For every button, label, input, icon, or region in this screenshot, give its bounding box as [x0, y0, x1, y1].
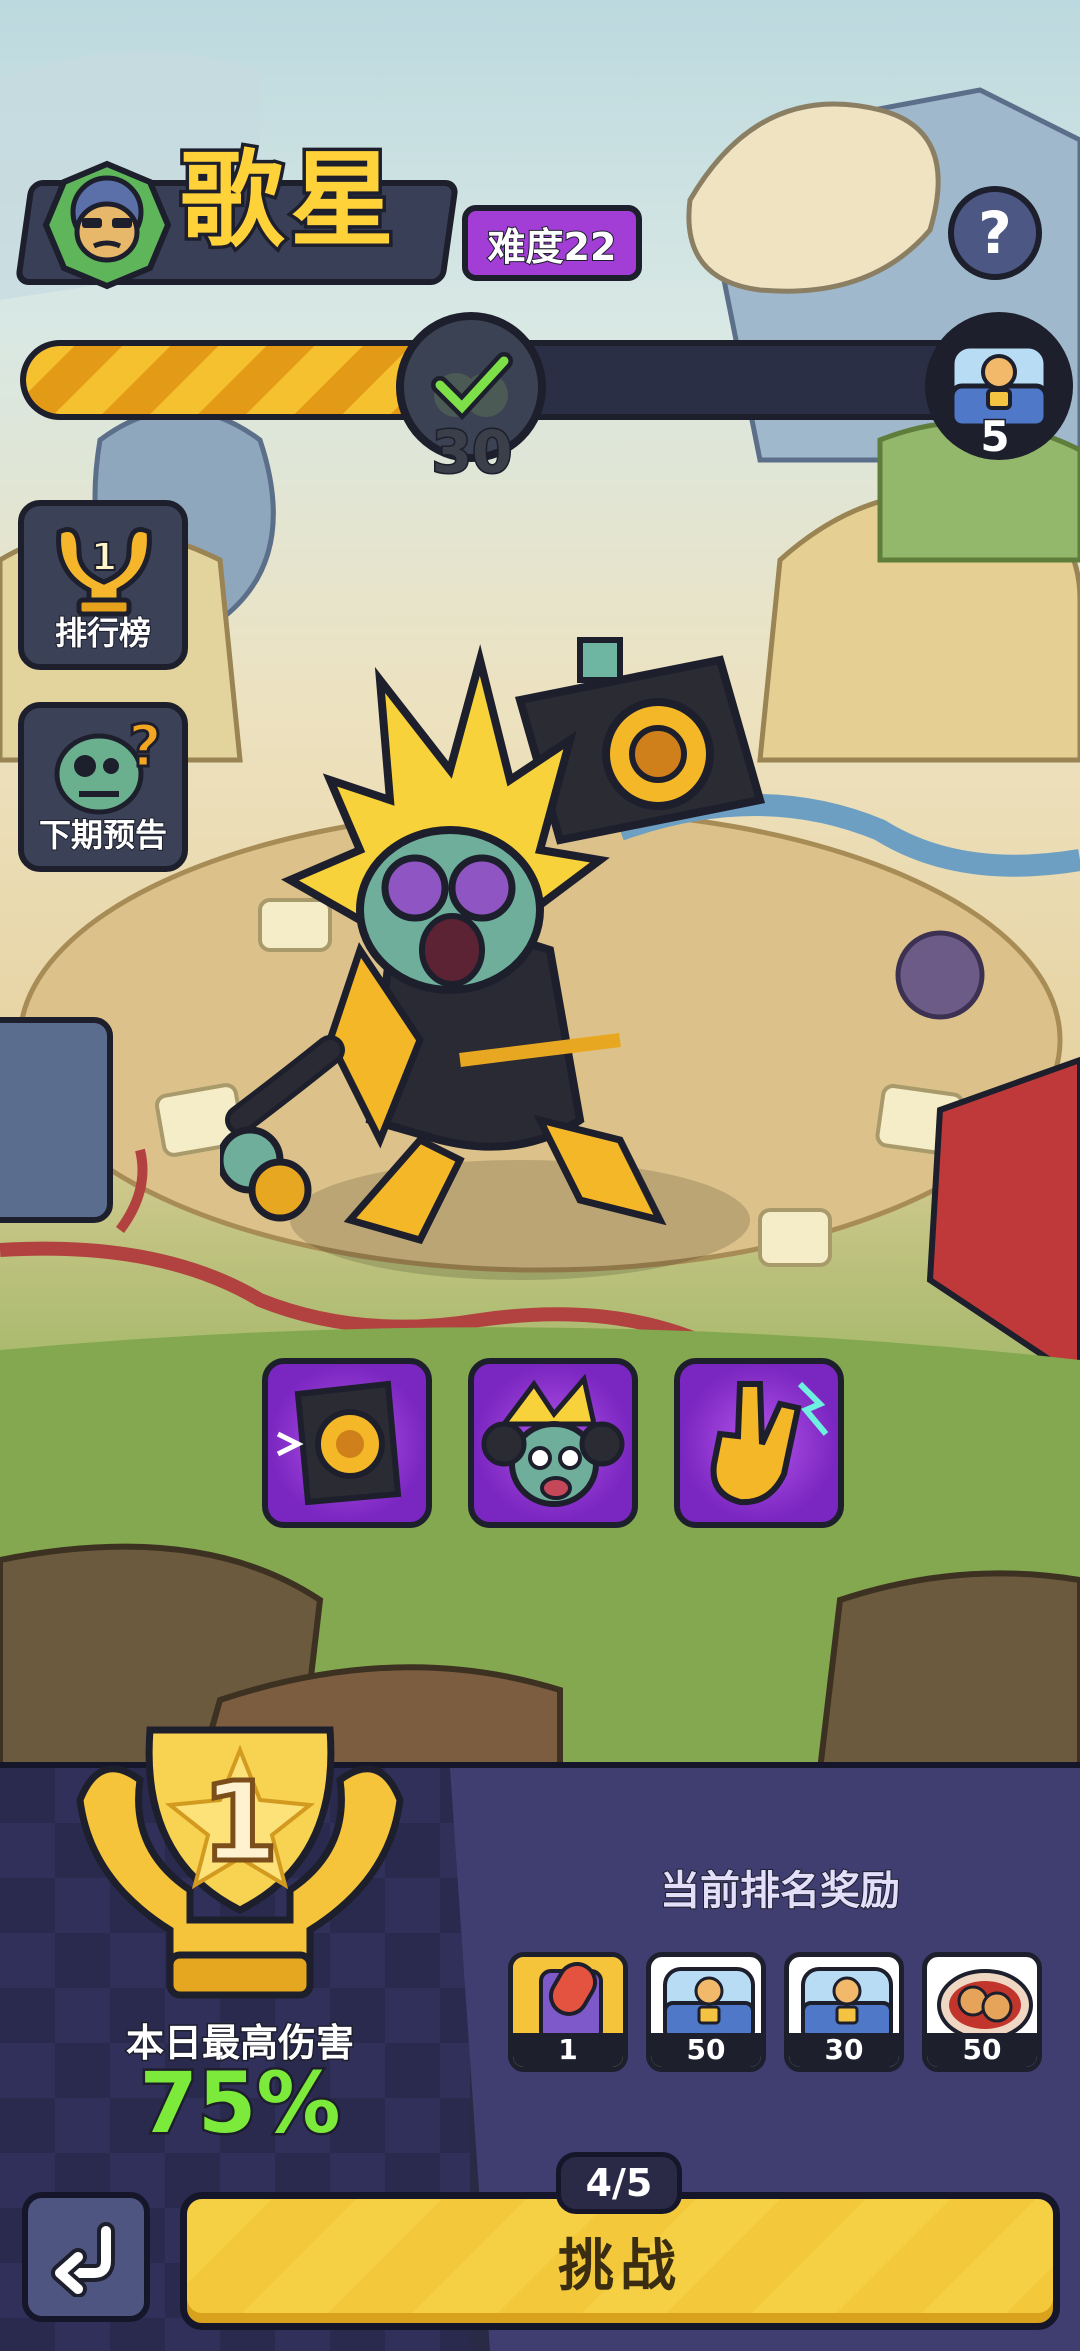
reward-qty: 1	[513, 2033, 623, 2067]
leaderboard-label: 排行榜	[54, 613, 152, 653]
rank-trophy-icon: 1	[76, 1726, 404, 1999]
trophy-icon: 1	[56, 527, 152, 617]
back-button[interactable]	[22, 2192, 150, 2322]
next-preview-label: 下期预告	[38, 815, 168, 855]
attempts-counter: 4/5	[556, 2152, 682, 2214]
leaderboard-rank: 1	[91, 535, 117, 579]
chest-icon	[801, 1967, 893, 2041]
challenge-label: 挑战	[558, 2233, 682, 2299]
skill-boombox[interactable]	[262, 1358, 432, 1528]
singer-zombie-skill-icon	[481, 1373, 625, 1507]
reward-title: 当前排名奖励	[659, 1867, 901, 1915]
singer-zombie-boss[interactable]	[220, 620, 820, 1300]
damage-value: 75%	[137, 2052, 343, 2155]
skill-singer-zombie[interactable]	[468, 1358, 638, 1528]
next-preview-button[interactable]: ? 下期预告	[18, 702, 188, 872]
difficulty-badge: 难度22	[462, 205, 642, 281]
boombox-icon	[514, 637, 766, 845]
reward-item[interactable]: 1	[508, 1952, 628, 2072]
reward-item[interactable]: 30	[784, 1952, 904, 2072]
return-arrow-icon	[51, 2222, 115, 2297]
reward-item[interactable]: 50	[922, 1952, 1042, 2072]
zombie-question-icon: ?	[54, 714, 163, 815]
reward-item[interactable]: 50	[646, 1952, 766, 2072]
reward-qty: 50	[651, 2033, 761, 2067]
boombox-skill-icon	[276, 1380, 402, 1506]
chest-icon	[663, 1967, 755, 2041]
capsule-pack-icon	[539, 1962, 603, 2043]
boss-avatar-icon	[42, 160, 172, 290]
rank-number: 1	[202, 1758, 279, 1886]
boss-name: 歌星	[176, 139, 401, 261]
leaderboard-button[interactable]: 1 排行榜	[18, 500, 188, 670]
question-icon: ?	[978, 199, 1012, 267]
svg-text:?: ?	[128, 714, 162, 780]
rock-hand-skill-icon	[710, 1381, 829, 1506]
reward-qty: 50	[927, 2033, 1037, 2067]
cookie-plate-icon	[937, 1969, 1033, 2041]
checkmark-icon	[431, 352, 513, 421]
reward-qty: 30	[789, 2033, 899, 2067]
skill-rock-hand[interactable]	[674, 1358, 844, 1528]
help-button[interactable]: ?	[948, 186, 1042, 280]
checkpoint-number: 30	[430, 417, 514, 488]
chest-count: 5	[979, 411, 1011, 463]
